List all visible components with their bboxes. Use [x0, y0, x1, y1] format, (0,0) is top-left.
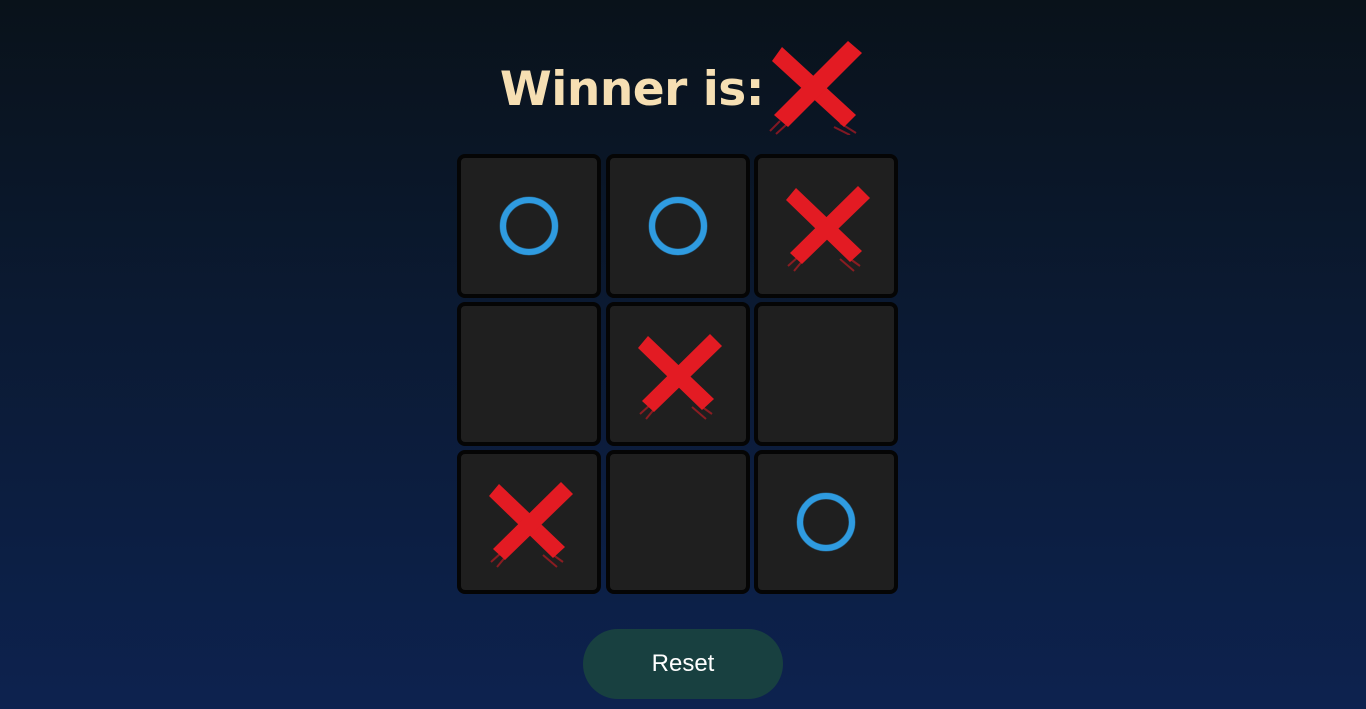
o-mark-icon	[796, 492, 856, 552]
board-cell-6[interactable]	[754, 302, 898, 446]
board-cell-5[interactable]	[606, 302, 750, 446]
board-cell-2[interactable]	[606, 154, 750, 298]
board-cell-4[interactable]	[457, 302, 601, 446]
o-mark-icon	[648, 196, 708, 256]
game-board	[457, 154, 903, 598]
board-cell-1[interactable]	[457, 154, 601, 298]
o-mark-icon	[499, 196, 559, 256]
board-cell-3[interactable]	[754, 154, 898, 298]
board-cell-9[interactable]	[754, 450, 898, 594]
board-cell-7[interactable]	[457, 450, 601, 594]
winner-label: Winner is:	[499, 61, 765, 117]
x-mark-icon	[489, 482, 573, 568]
reset-button[interactable]: Reset	[583, 629, 783, 699]
board-cell-8[interactable]	[606, 450, 750, 594]
winner-banner: Winner is:	[0, 30, 1366, 140]
x-mark-icon	[786, 186, 870, 272]
x-mark-icon	[638, 334, 722, 420]
winner-x-icon	[769, 41, 863, 135]
